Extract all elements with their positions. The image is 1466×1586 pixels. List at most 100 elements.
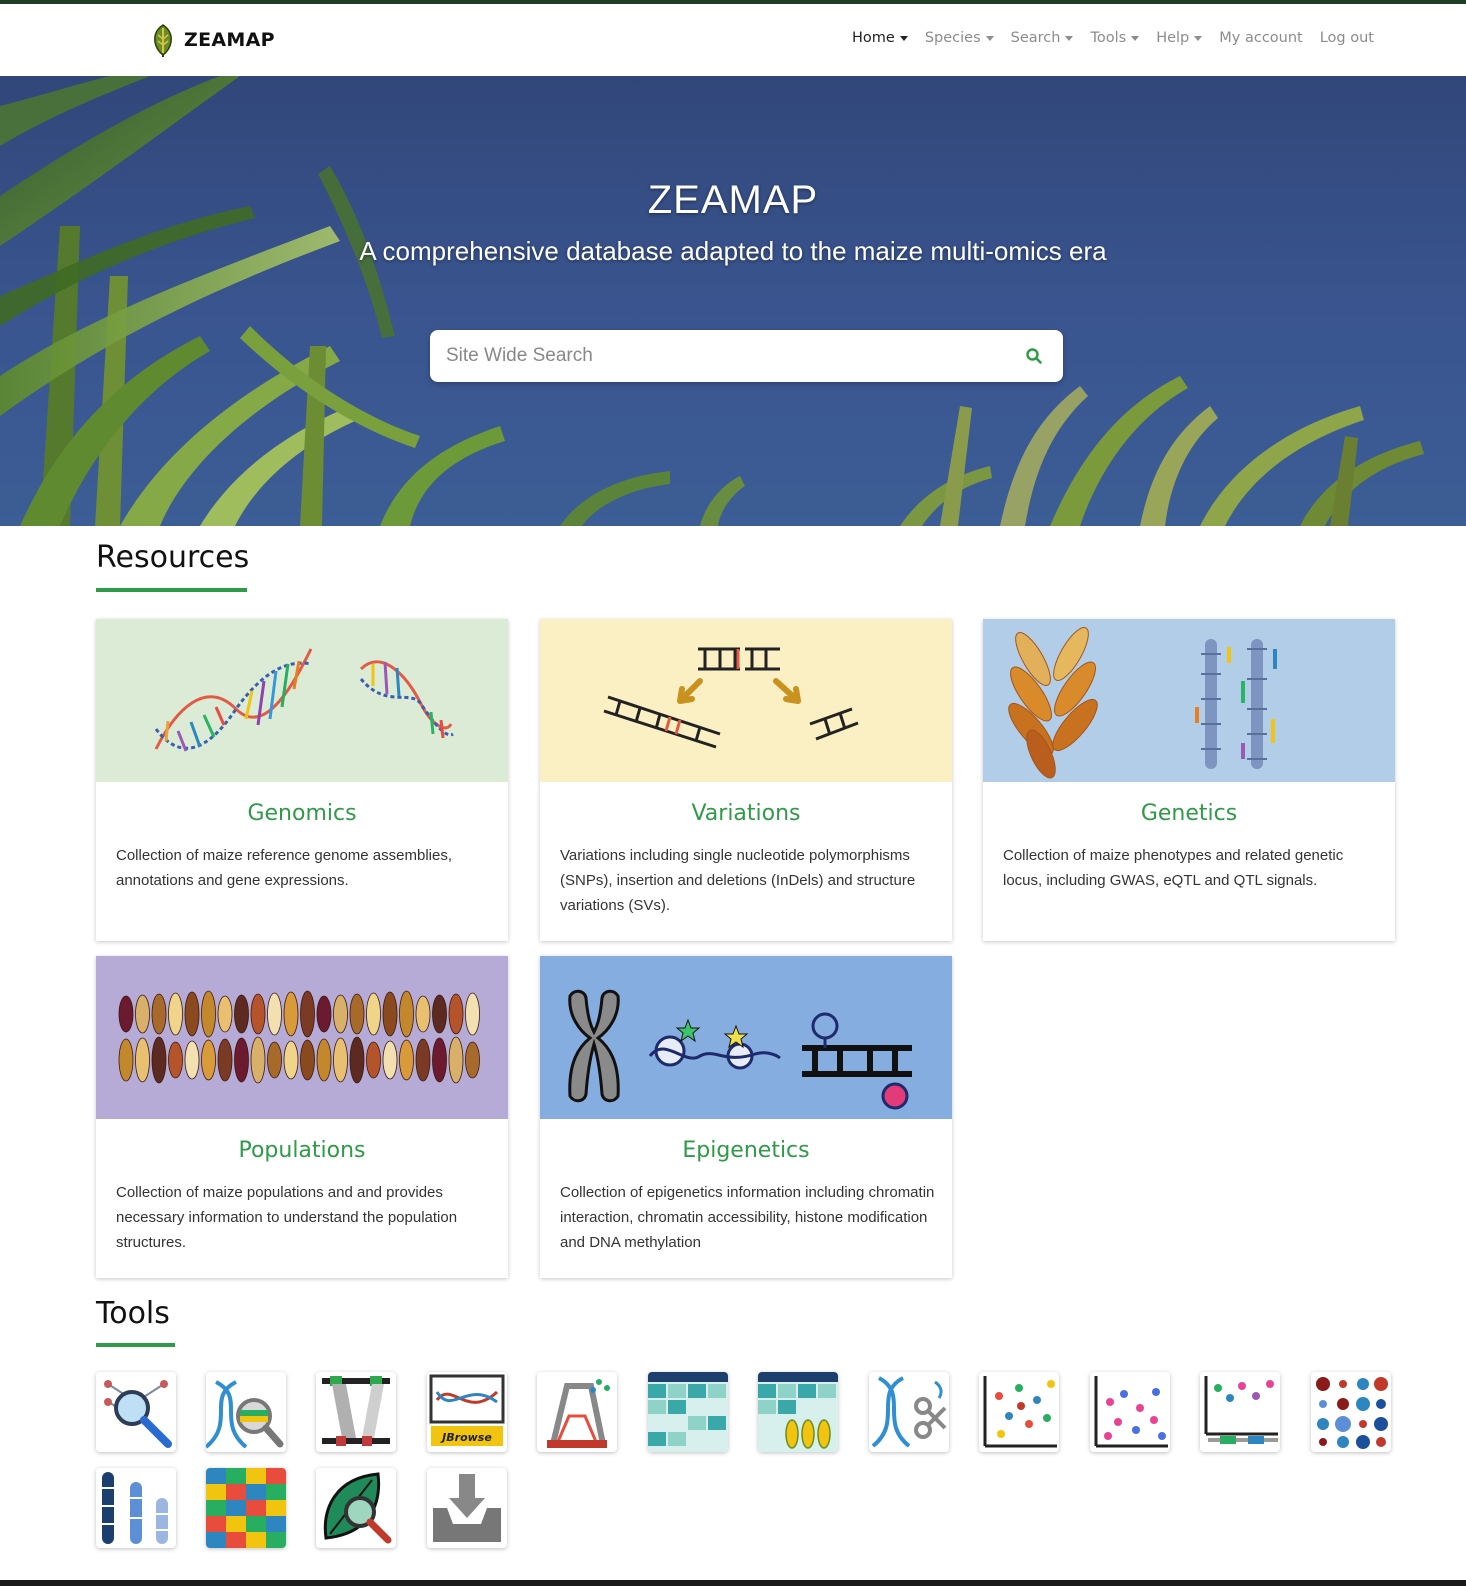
card-genomics[interactable]: Genomics Collection of maize reference g… xyxy=(96,619,508,941)
tools-underline xyxy=(96,1343,175,1347)
site-search-input[interactable] xyxy=(446,330,1006,382)
tool-chromosome-button[interactable] xyxy=(96,1468,176,1548)
network-search-icon xyxy=(104,1380,172,1448)
nav-my-account[interactable]: My account xyxy=(1219,30,1302,46)
tool-dna-magnifier-button[interactable] xyxy=(206,1372,286,1452)
tool-locus-plot-button[interactable] xyxy=(1200,1372,1280,1452)
tool-synteny-viewer-button[interactable] xyxy=(316,1372,396,1452)
primer-design-icon xyxy=(547,1379,610,1448)
search-icon[interactable] xyxy=(1025,347,1043,365)
genotype-table-icon xyxy=(206,1468,286,1548)
populations-image xyxy=(96,956,508,1119)
card-variations[interactable]: Variations Variations including single n… xyxy=(540,619,952,941)
maize-ear-shape xyxy=(399,990,414,1038)
genomics-image xyxy=(96,619,508,782)
maize-ear-shape xyxy=(300,1039,315,1081)
jbrowse-icon: JBrowse xyxy=(429,1374,505,1446)
nav-species-label: Species xyxy=(924,30,981,46)
tool-expression-heatmap-button[interactable] xyxy=(648,1372,728,1452)
maize-ear-shape xyxy=(382,991,398,1037)
site-search-box xyxy=(430,330,1063,382)
maize-ear-shape xyxy=(465,1041,480,1079)
card-epigenetics-title[interactable]: Epigenetics xyxy=(540,1138,952,1163)
maize-ear-shape xyxy=(118,1038,134,1082)
card-populations[interactable]: Populations Collection of maize populati… xyxy=(96,956,508,1278)
nav-search[interactable]: Search xyxy=(1011,30,1074,46)
card-variations-title[interactable]: Variations xyxy=(540,801,952,826)
nav-search-label: Search xyxy=(1010,30,1061,46)
caret-down-icon xyxy=(899,35,908,41)
tool-crispr-button[interactable] xyxy=(869,1372,949,1452)
caret-down-icon xyxy=(1065,35,1074,41)
maize-ear-shape xyxy=(283,1040,299,1080)
genetics-image xyxy=(983,619,1395,782)
nav-log-out-label: Log out xyxy=(1319,30,1374,46)
hero-subtitle: A comprehensive database adapted to the … xyxy=(359,236,1107,266)
tool-jbrowse-button[interactable]: JBrowse xyxy=(427,1372,507,1452)
maize-ear-shape xyxy=(382,1040,398,1080)
chromatin-icon xyxy=(540,956,952,1119)
hero-banner: ZEAMAP A comprehensive database adapted … xyxy=(0,76,1466,526)
brand-name: ZEAMAP xyxy=(184,29,275,51)
tool-expression-heatmap-corn-button[interactable] xyxy=(758,1372,838,1452)
tool-genotype-table-button[interactable] xyxy=(206,1468,286,1548)
card-populations-title[interactable]: Populations xyxy=(96,1138,508,1163)
maize-ear-shape xyxy=(135,1037,150,1083)
maize-ear-shape xyxy=(300,990,315,1038)
resources-underline xyxy=(96,588,247,592)
maize-ear-shape xyxy=(201,990,216,1038)
download-icon xyxy=(433,1474,501,1542)
maize-ear-shape xyxy=(366,992,381,1036)
maize-ear-shape xyxy=(316,995,332,1033)
main-nav: Home Species Search Tools Help My accoun… xyxy=(835,30,1374,46)
maize-ear-shape xyxy=(366,1041,381,1079)
maize-ear-shape xyxy=(151,1036,167,1084)
card-genetics[interactable]: Genetics Collection of maize phenotypes … xyxy=(983,619,1395,941)
nav-home[interactable]: Home xyxy=(852,30,908,46)
corn-logo-icon xyxy=(154,24,172,57)
bottom-border xyxy=(0,1580,1466,1586)
maize-ear-shape xyxy=(151,993,167,1035)
maize-ear-shape xyxy=(333,994,348,1034)
card-epigenetics[interactable]: Epigenetics Collection of epigenetics in… xyxy=(540,956,952,1278)
crispr-icon xyxy=(871,1376,947,1448)
tool-scatter-plot-button[interactable] xyxy=(979,1372,1059,1452)
nav-help-label: Help xyxy=(1156,30,1190,46)
card-genetics-text: Collection of maize phenotypes and relat… xyxy=(1003,847,1344,889)
card-genomics-title[interactable]: Genomics xyxy=(96,801,508,826)
brand-link[interactable]: ZEAMAP xyxy=(150,22,275,58)
tool-primer-design-button[interactable] xyxy=(537,1372,617,1452)
card-variations-text: Variations including single nucleotide p… xyxy=(560,847,916,914)
nav-species[interactable]: Species xyxy=(925,30,994,46)
caret-down-icon xyxy=(985,35,994,41)
maize-ear-shape xyxy=(448,993,464,1035)
maize-ears-row-icon xyxy=(96,956,508,1119)
locus-plot-icon xyxy=(1204,1376,1278,1444)
maize-ear-shape xyxy=(283,991,299,1037)
maize-ear-shape xyxy=(250,1036,266,1084)
maize-ear-shape xyxy=(333,1037,348,1083)
tool-network-search-button[interactable] xyxy=(96,1372,176,1452)
expression-heatmap-icon xyxy=(648,1372,728,1452)
nav-tools[interactable]: Tools xyxy=(1090,30,1140,46)
maize-ears-chromosome-icon xyxy=(983,619,1395,782)
nav-home-label: Home xyxy=(852,30,895,46)
tool-dot-matrix-button[interactable] xyxy=(1311,1372,1391,1452)
nav-log-out[interactable]: Log out xyxy=(1320,30,1374,46)
nav-help[interactable]: Help xyxy=(1156,30,1203,46)
maize-ear-shape xyxy=(217,995,233,1033)
scatter-plot-icon xyxy=(983,1376,1057,1448)
navbar: ZEAMAP Home Species Search Tools Help My… xyxy=(0,4,1466,76)
card-genomics-text: Collection of maize reference genome ass… xyxy=(116,847,452,889)
maize-ear-shape xyxy=(432,994,447,1034)
tool-leaf-search-button[interactable] xyxy=(316,1468,396,1548)
maize-ear-shape xyxy=(267,1041,282,1079)
tool-trait-scatter-button[interactable] xyxy=(1090,1372,1170,1452)
maize-ear-shape xyxy=(184,991,200,1037)
card-genetics-title[interactable]: Genetics xyxy=(983,801,1395,826)
maize-ear-shape xyxy=(234,994,249,1034)
tool-download-button[interactable] xyxy=(427,1468,507,1548)
maize-ear-shape xyxy=(250,993,266,1035)
maize-ear-shape xyxy=(349,1036,365,1084)
trait-scatter-icon xyxy=(1094,1376,1168,1448)
